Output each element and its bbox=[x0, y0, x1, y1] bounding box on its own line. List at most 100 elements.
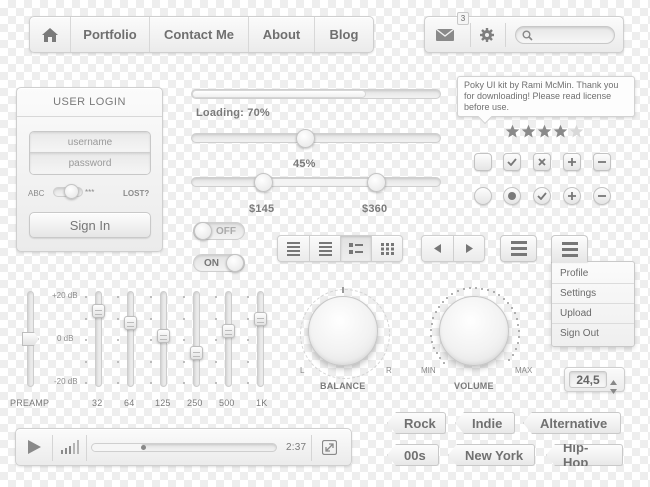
hamburger-button[interactable] bbox=[500, 235, 537, 262]
eq-scale-dot bbox=[215, 296, 217, 298]
checkbox-checked[interactable] bbox=[503, 153, 521, 171]
volume-knob[interactable] bbox=[439, 296, 509, 366]
volume-bars-button[interactable] bbox=[61, 440, 83, 455]
eq-band-32-handle[interactable] bbox=[92, 304, 105, 318]
nav-portfolio[interactable]: Portfolio bbox=[70, 17, 149, 52]
view-grid-button[interactable] bbox=[371, 236, 402, 261]
tag-new-york[interactable]: New York bbox=[448, 444, 535, 466]
checkbox-empty[interactable] bbox=[474, 153, 492, 171]
player-seek-handle[interactable] bbox=[141, 445, 146, 450]
eq-band-1k-handle[interactable] bbox=[254, 312, 267, 326]
eq-band-250-track[interactable] bbox=[193, 291, 200, 387]
volume-scale-dot bbox=[517, 342, 519, 344]
view-thumbnails-button[interactable] bbox=[340, 236, 371, 261]
next-button[interactable] bbox=[453, 236, 484, 261]
view-detail-list-button[interactable] bbox=[309, 236, 340, 261]
search-field[interactable] bbox=[515, 26, 615, 44]
prev-button[interactable] bbox=[422, 236, 453, 261]
eq-scale-dot bbox=[215, 361, 217, 363]
eq-scale-dot bbox=[117, 296, 119, 298]
fullscreen-button[interactable] bbox=[321, 439, 338, 456]
plus-round-button[interactable] bbox=[563, 187, 581, 205]
stepper-up-button[interactable] bbox=[610, 372, 620, 385]
sign-in-button[interactable]: Sign In bbox=[29, 212, 151, 238]
volume-scale-dot bbox=[507, 302, 509, 304]
volume-scale-dot bbox=[518, 336, 520, 338]
player-seek-bar[interactable] bbox=[91, 443, 277, 452]
radio-checked[interactable] bbox=[533, 187, 551, 205]
eq-band-250-handle[interactable] bbox=[190, 346, 203, 360]
star-empty-icon[interactable] bbox=[569, 124, 584, 139]
volume-max-label: MAX bbox=[515, 366, 533, 375]
eq-band-500-handle[interactable] bbox=[222, 324, 235, 338]
number-stepper: 24,5 bbox=[564, 367, 625, 394]
tag-rock[interactable]: Rock bbox=[387, 412, 446, 434]
hamburger-menu-button-open[interactable] bbox=[551, 235, 588, 262]
minus-round-button[interactable] bbox=[593, 187, 611, 205]
volume-label: VOLUME bbox=[454, 381, 494, 391]
tag-alternative[interactable]: Alternative bbox=[523, 412, 621, 434]
search-input[interactable] bbox=[536, 28, 608, 42]
eq-band-1k-track[interactable] bbox=[257, 291, 264, 387]
gear-icon bbox=[480, 28, 494, 42]
play-button[interactable] bbox=[28, 440, 42, 454]
nav-contact-me[interactable]: Contact Me bbox=[149, 17, 248, 52]
tag-hip-hop[interactable]: Hip-Hop bbox=[546, 444, 623, 466]
view-list-button[interactable] bbox=[278, 236, 309, 261]
balance-knob[interactable] bbox=[308, 296, 378, 366]
balance-knob-indicator bbox=[342, 287, 344, 293]
menu-item-upload[interactable]: Upload bbox=[552, 303, 634, 323]
password-field[interactable]: password bbox=[30, 153, 150, 174]
stepper-value-box[interactable]: 24,5 bbox=[569, 371, 607, 388]
eq-scale-dot bbox=[247, 296, 249, 298]
percent-slider-knob[interactable] bbox=[296, 129, 315, 148]
star-filled-icon[interactable] bbox=[553, 124, 568, 139]
price-range-slider[interactable] bbox=[191, 173, 441, 192]
stepper-down-button[interactable] bbox=[610, 381, 620, 394]
mail-button[interactable] bbox=[435, 26, 457, 44]
star-filled-icon[interactable] bbox=[521, 124, 536, 139]
star-filled-icon[interactable] bbox=[505, 124, 520, 139]
eq-preamp-handle[interactable] bbox=[22, 332, 39, 346]
loading-progress-fill bbox=[193, 91, 365, 97]
volume-scale-dot bbox=[432, 317, 434, 319]
eq-scale-dot bbox=[183, 361, 185, 363]
nav-blog[interactable]: Blog bbox=[314, 17, 373, 52]
menu-item-sign-out[interactable]: Sign Out bbox=[552, 323, 634, 343]
eq-band-64-handle[interactable] bbox=[124, 316, 137, 330]
eq-scale-dot bbox=[85, 339, 87, 341]
eq-band-125-handle[interactable] bbox=[157, 329, 170, 343]
star-filled-icon[interactable] bbox=[537, 124, 552, 139]
percent-slider[interactable] bbox=[191, 129, 441, 148]
nav-home-button[interactable] bbox=[30, 17, 70, 52]
pager-group bbox=[421, 235, 485, 262]
radio-selected[interactable] bbox=[503, 187, 521, 205]
eq-scale-dot bbox=[183, 339, 185, 341]
eq-band-label-1k: 1K bbox=[256, 398, 268, 408]
tag-indie[interactable]: Indie bbox=[455, 412, 515, 434]
price-range-low-knob[interactable] bbox=[254, 173, 273, 192]
menu-item-profile[interactable]: Profile bbox=[552, 263, 634, 283]
menu-item-settings[interactable]: Settings bbox=[552, 283, 634, 303]
eq-scale-dot bbox=[85, 318, 87, 320]
eq-band-64-track[interactable] bbox=[127, 291, 134, 387]
minus-square-button[interactable] bbox=[593, 153, 611, 171]
settings-button[interactable] bbox=[479, 27, 495, 43]
tag-00s[interactable]: 00s bbox=[387, 444, 439, 466]
star-rating[interactable] bbox=[505, 124, 585, 139]
eq-band-500-track[interactable] bbox=[225, 291, 232, 387]
eq-scale-bottom: -20 dB bbox=[54, 377, 78, 386]
price-range-high-knob[interactable] bbox=[367, 173, 386, 192]
eq-scale-dot bbox=[247, 382, 249, 384]
lost-password-link[interactable]: LOST? bbox=[123, 189, 149, 198]
checkbox-cross[interactable] bbox=[533, 153, 551, 171]
password-visibility-toggle[interactable] bbox=[53, 184, 83, 199]
toggle-off[interactable]: OFF bbox=[193, 222, 245, 240]
volume-scale-dot bbox=[443, 362, 445, 364]
radio-empty[interactable] bbox=[474, 187, 492, 205]
toggle-on[interactable]: ON bbox=[193, 254, 245, 272]
volume-min-label: MIN bbox=[421, 366, 436, 375]
username-field[interactable]: username bbox=[30, 132, 150, 153]
nav-about[interactable]: About bbox=[248, 17, 314, 52]
plus-square-button[interactable] bbox=[563, 153, 581, 171]
